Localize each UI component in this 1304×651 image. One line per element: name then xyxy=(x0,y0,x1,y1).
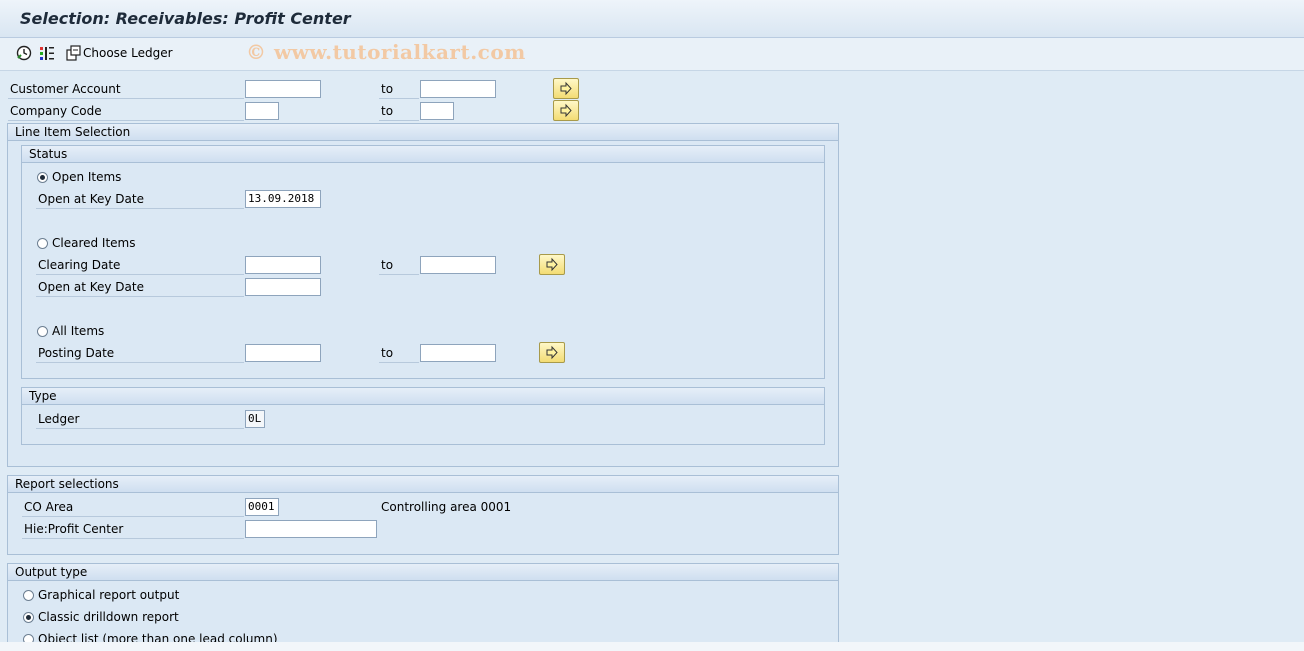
label-underline xyxy=(379,362,419,363)
customer-account-to-label: to xyxy=(381,82,394,96)
co-area-label: CO Area xyxy=(24,500,74,514)
label-underline xyxy=(36,274,244,275)
application-toolbar: Choose Ledger © www.tutorialkart.com xyxy=(0,38,1304,71)
cleared-items-radio[interactable] xyxy=(37,238,48,249)
all-items-radio[interactable] xyxy=(37,326,48,337)
clearing-date-to-label: to xyxy=(381,258,394,272)
customer-account-multiple-selection-button[interactable] xyxy=(553,78,579,99)
label-underline xyxy=(36,296,244,297)
selection-options-icon[interactable] xyxy=(39,45,55,61)
choose-ledger-button[interactable]: Choose Ledger xyxy=(83,46,173,60)
arrow-right-icon xyxy=(546,257,558,272)
arrow-right-icon xyxy=(546,345,558,360)
choose-ledger-icon[interactable] xyxy=(65,45,81,61)
ledger-label: Ledger xyxy=(38,412,80,426)
title-bar: Selection: Receivables: Profit Center xyxy=(0,0,1304,38)
cleared-key-date-input[interactable] xyxy=(245,278,321,296)
page-title: Selection: Receivables: Profit Center xyxy=(20,9,351,28)
line-item-selection-title: Line Item Selection xyxy=(15,125,131,139)
graphical-output-radio[interactable] xyxy=(23,590,34,601)
report-selections-title: Report selections xyxy=(15,477,119,491)
label-underline xyxy=(36,208,244,209)
posting-date-to-input[interactable] xyxy=(420,344,496,362)
co-area-description: Controlling area 0001 xyxy=(381,500,512,514)
classic-drilldown-radio[interactable] xyxy=(23,612,34,623)
label-underline xyxy=(379,274,419,275)
company-code-label: Company Code xyxy=(10,104,102,118)
label-underline xyxy=(22,516,244,517)
open-items-radio[interactable] xyxy=(37,172,48,183)
ledger-input[interactable]: 0L xyxy=(245,410,265,428)
label-underline xyxy=(36,428,244,429)
customer-account-label: Customer Account xyxy=(10,82,121,96)
clearing-date-to-input[interactable] xyxy=(420,256,496,274)
label-underline xyxy=(379,120,419,121)
report-selections-group: Report selections xyxy=(7,475,839,555)
posting-date-from-input[interactable] xyxy=(245,344,321,362)
company-code-to-input[interactable] xyxy=(420,102,454,120)
cleared-items-label: Cleared Items xyxy=(52,236,136,250)
open-key-date-input[interactable]: 13.09.2018 xyxy=(245,190,321,208)
watermark: © www.tutorialkart.com xyxy=(246,40,526,64)
label-underline xyxy=(8,98,244,99)
graphical-output-label: Graphical report output xyxy=(38,588,180,602)
profit-center-input[interactable] xyxy=(245,520,377,538)
classic-drilldown-label: Classic drilldown report xyxy=(38,610,179,624)
posting-date-label: Posting Date xyxy=(38,346,115,360)
label-underline xyxy=(22,538,244,539)
open-key-date-label: Open at Key Date xyxy=(38,192,144,206)
type-title: Type xyxy=(29,389,57,403)
type-group: Type xyxy=(21,387,825,445)
company-code-multiple-selection-button[interactable] xyxy=(553,100,579,121)
cleared-key-date-label: Open at Key Date xyxy=(38,280,144,294)
all-items-label: All Items xyxy=(52,324,105,338)
clearing-date-multiple-selection-button[interactable] xyxy=(539,254,565,275)
company-code-to-label: to xyxy=(381,104,394,118)
label-underline xyxy=(36,362,244,363)
label-underline xyxy=(8,120,244,121)
open-items-label: Open Items xyxy=(52,170,122,184)
arrow-right-icon xyxy=(560,81,572,96)
clearing-date-from-input[interactable] xyxy=(245,256,321,274)
clearing-date-label: Clearing Date xyxy=(38,258,121,272)
posting-date-multiple-selection-button[interactable] xyxy=(539,342,565,363)
profit-center-label: Hie:Profit Center xyxy=(24,522,124,536)
status-title: Status xyxy=(29,147,68,161)
company-code-from-input[interactable] xyxy=(245,102,279,120)
customer-account-to-input[interactable] xyxy=(420,80,496,98)
arrow-right-icon xyxy=(560,103,572,118)
customer-account-from-input[interactable] xyxy=(245,80,321,98)
clock-execute-icon[interactable] xyxy=(16,45,32,61)
co-area-input[interactable]: 0001 xyxy=(245,498,279,516)
output-type-title: Output type xyxy=(15,565,88,579)
status-bar xyxy=(0,642,1304,651)
posting-date-to-label: to xyxy=(381,346,394,360)
label-underline xyxy=(379,98,419,99)
